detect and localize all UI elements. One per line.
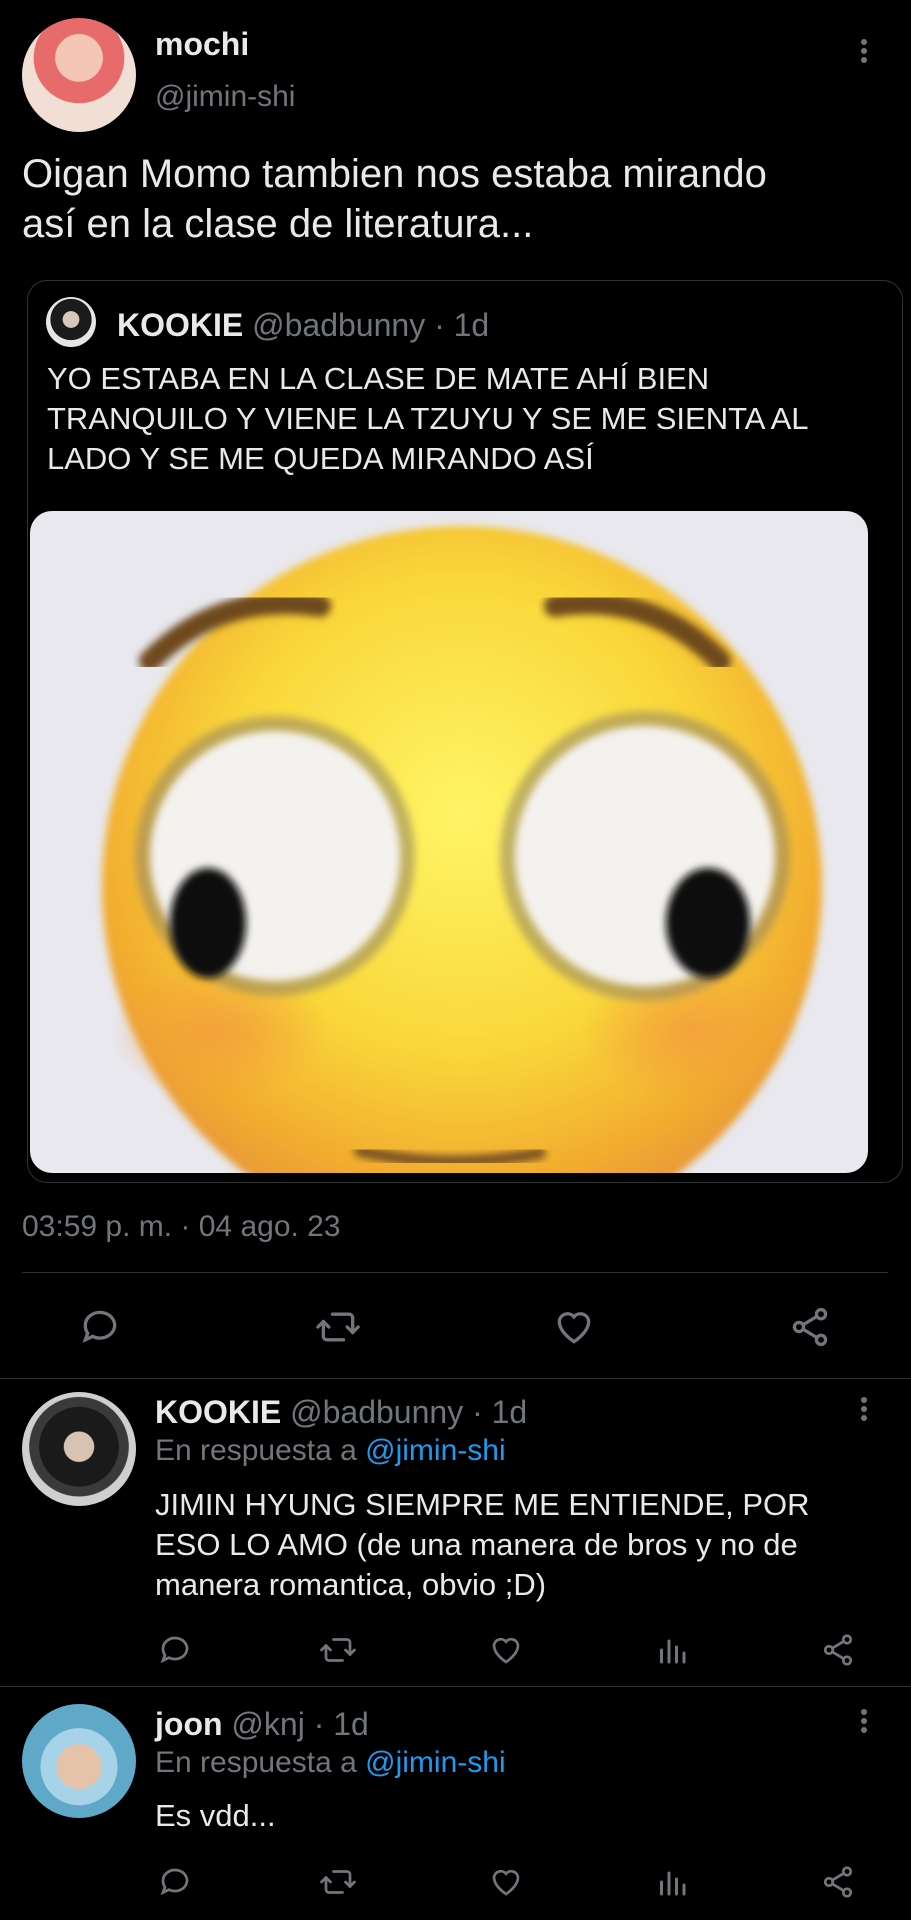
reply1-share-icon[interactable] [820,1632,856,1668]
reply1-like-icon[interactable] [488,1632,524,1668]
quoted-media-image[interactable] [30,511,868,1173]
main-tweet-text-line1: Oigan Momo tambien nos estaba mirando [22,152,767,196]
reply2-reply-to-link[interactable]: @jimin-shi [365,1746,505,1779]
reply1-handle[interactable]: @badbunny [290,1394,463,1430]
reply2-more-icon[interactable] [854,1706,874,1746]
reply1-reply-to-link[interactable]: @jimin-shi [365,1434,505,1467]
quoted-handle: @badbunny [252,307,426,343]
main-handle[interactable]: @jimin-shi [155,80,295,114]
reply1-text-line2: ESO LO AMO (de una manera de bros y no d… [155,1527,798,1562]
reply2-analytics-icon[interactable] [654,1864,690,1900]
reply1-text-line3: manera romantica, obvio ;D) [155,1567,547,1602]
quoted-text-line2: TRANQUILO Y VIENE LA TZUYU Y SE ME SIENT… [47,401,809,436]
reply2-retweet-icon[interactable] [318,1864,358,1900]
reply1-reply-icon[interactable] [157,1632,193,1668]
reply2-avatar[interactable] [22,1704,136,1818]
reply1-time: · 1d [472,1394,528,1430]
reply1-divider [0,1686,911,1687]
reply2-time: · 1d [313,1706,369,1742]
reply1-analytics-icon[interactable] [654,1632,690,1668]
reply1-reply-prefix: En respuesta a [155,1434,357,1467]
reply1-avatar[interactable] [22,1392,136,1506]
reply1-more-icon[interactable] [854,1394,874,1434]
main-retweet-icon[interactable] [314,1305,362,1349]
main-reply-icon[interactable] [78,1305,122,1349]
reply2-text-line1: Es vdd... [155,1798,276,1833]
reply2-handle[interactable]: @knj [231,1706,304,1742]
reply2-share-icon[interactable] [820,1864,856,1900]
reply2-like-icon[interactable] [488,1864,524,1900]
quoted-avatar [46,297,96,347]
quoted-text-line3: LADO Y SE ME QUEDA MIRANDO ASÍ [47,441,594,476]
main-divider-bottom [0,1378,911,1379]
main-tweet-text-line2: así en la clase de literatura... [22,202,534,246]
quoted-text-line1: YO ESTABA EN LA CLASE DE MATE AHÍ BIEN [47,361,710,396]
main-display-name[interactable]: mochi [155,26,249,63]
main-divider-top [22,1272,888,1273]
main-like-icon[interactable] [552,1305,596,1349]
reply2-reply-icon[interactable] [157,1864,193,1900]
quoted-display-name: KOOKIE [117,307,244,343]
main-share-icon[interactable] [788,1305,832,1349]
reply2-display-name[interactable]: joon [155,1706,223,1742]
reply1-text-line1: JIMIN HYUNG SIEMPRE ME ENTIENDE, POR [155,1487,810,1522]
main-timestamp[interactable]: 03:59 p. m. · 04 ago. 23 [22,1210,341,1244]
reply2-reply-prefix: En respuesta a [155,1746,357,1779]
quoted-time: · 1d [434,307,490,343]
reply1-retweet-icon[interactable] [318,1632,358,1668]
quoted-tweet-card[interactable]: KOOKIE @badbunny · 1d YO ESTABA EN LA CL… [27,280,903,1183]
main-more-icon[interactable] [854,36,874,76]
reply1-display-name[interactable]: KOOKIE [155,1394,281,1430]
avatar-main[interactable] [22,18,136,132]
